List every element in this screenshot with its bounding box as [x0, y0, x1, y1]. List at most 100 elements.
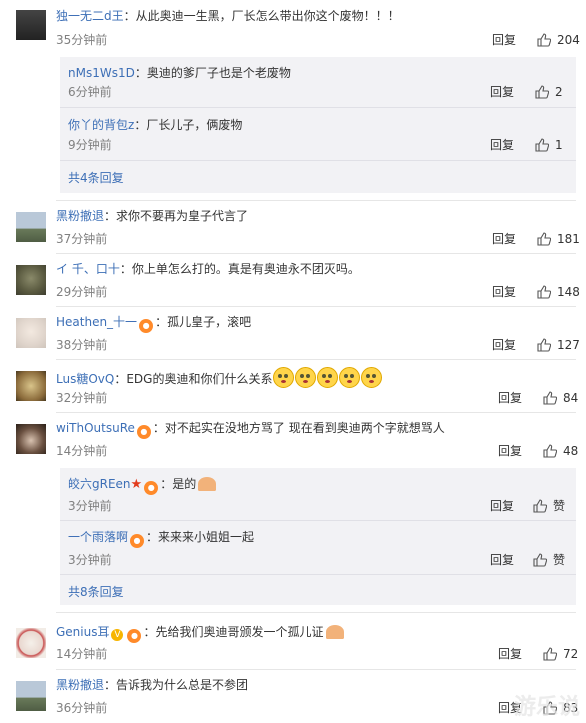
comment-text: 黑粉撤退：告诉我为什么总是不参团	[56, 678, 249, 692]
username[interactable]: Heathen_十一	[56, 315, 137, 329]
avatar[interactable]	[16, 265, 46, 295]
comment-body: 你上单怎么打的。真是有奥迪永不团灭吗。	[131, 262, 360, 276]
timestamp: 37分钟前	[56, 232, 108, 246]
reply-button[interactable]: 回复	[490, 498, 514, 514]
like-count: 84	[563, 391, 579, 405]
reply-text: 你丫的背包z：厂长儿子，俩废物	[68, 118, 243, 132]
like-button[interactable]: 赞	[533, 498, 565, 514]
like-button[interactable]: 127	[537, 337, 580, 353]
like-label: 赞	[553, 553, 566, 567]
thumbs-up-icon	[543, 391, 557, 405]
member-badge-icon: ●	[127, 629, 142, 643]
timestamp: 35分钟前	[56, 33, 108, 47]
thumbs-up-icon	[533, 553, 547, 567]
comment: イ 千、口十：你上单怎么打的。真是有奥迪永不团灭吗。 29分钟前 回复 148	[0, 261, 586, 299]
reply-button[interactable]: 回复	[492, 284, 516, 300]
divider	[56, 253, 576, 254]
username[interactable]: イ 千、口十	[56, 262, 120, 276]
like-button[interactable]: 84	[543, 390, 578, 406]
like-count: 181	[557, 232, 580, 246]
comment-body: 对不起实在没地方骂了 现在看到奥迪两个字就想骂人	[164, 421, 445, 435]
member-badge-icon: ●	[136, 425, 151, 439]
thumbs-up-icon	[537, 285, 551, 299]
reply-button[interactable]: 回复	[498, 443, 522, 459]
avatar[interactable]	[16, 371, 46, 401]
thumbs-up-icon	[537, 338, 551, 352]
like-button[interactable]: 2	[535, 84, 563, 100]
thumbs-up-icon	[537, 232, 551, 246]
avatar[interactable]	[16, 628, 46, 658]
username[interactable]: Genius耳	[56, 625, 109, 639]
avatar[interactable]	[16, 424, 46, 454]
thumbs-up-icon	[537, 33, 551, 47]
reply-text: nMs1Ws1D：奥迪的爹厂子也是个老废物	[68, 66, 291, 80]
reply-text: 一个雨落啊 ● ：来来来小姐姐一起	[68, 529, 254, 548]
reply-button[interactable]: 回复	[492, 32, 516, 48]
watermark-logo: 游乐说	[513, 695, 580, 720]
comment: Lus糖OvQ：EDG的奥迪和你们什么关系 32分钟前 回复 84	[0, 367, 586, 405]
username[interactable]: 一个雨落啊	[68, 530, 128, 544]
comment: wiThOutsuRe ● ：对不起实在没地方骂了 现在看到奥迪两个字就想骂人 14…	[0, 420, 586, 458]
reply-button[interactable]: 回复	[490, 137, 514, 153]
reply-button[interactable]: 回复	[498, 390, 522, 406]
divider	[56, 612, 576, 613]
username[interactable]: 黑粉撤退	[56, 209, 104, 223]
doge-emoji-icon	[295, 367, 317, 388]
divider	[56, 306, 576, 307]
like-count: 1	[555, 138, 563, 152]
like-button[interactable]: 赞	[533, 552, 565, 568]
like-button[interactable]: 72	[543, 646, 578, 662]
avatar[interactable]	[16, 10, 46, 40]
avatar[interactable]	[16, 681, 46, 711]
reply-button[interactable]: 回复	[492, 231, 516, 247]
avatar[interactable]	[16, 212, 46, 242]
view-more-replies-link[interactable]: 共4条回复	[68, 170, 124, 186]
reply-body: 厂长儿子，俩废物	[146, 118, 243, 132]
like-button[interactable]: 148	[537, 284, 580, 300]
comment-body: 告诉我为什么总是不参团	[116, 678, 249, 692]
divider	[60, 520, 576, 521]
reply-body: 是的	[172, 477, 197, 491]
username[interactable]: 黑粉撤退	[56, 678, 104, 692]
timestamp: 14分钟前	[56, 444, 108, 458]
username[interactable]: nMs1Ws1D	[68, 66, 135, 80]
praying-hands-emoji-icon	[198, 477, 217, 491]
like-button[interactable]: 181	[537, 231, 580, 247]
reply-thread: 皎六gREen★ ● ：是的 3分钟前 回复 赞 一个雨落啊 ● ：来来来小姐姐一起 3…	[60, 468, 576, 605]
reply-button[interactable]: 回复	[490, 84, 514, 100]
doge-emoji-icon	[361, 367, 383, 388]
reply-button[interactable]: 回复	[492, 337, 516, 353]
username[interactable]: 你丫的背包z	[68, 118, 134, 132]
verified-v-icon: V	[111, 629, 124, 641]
username[interactable]: 独一无二d王	[56, 9, 124, 23]
avatar[interactable]	[16, 318, 46, 348]
username[interactable]: Lus糖OvQ	[56, 372, 114, 386]
thumbs-up-icon	[543, 444, 557, 458]
reply-button[interactable]: 回复	[490, 552, 514, 568]
timestamp: 32分钟前	[56, 391, 108, 405]
reply-body: 奥迪的爹厂子也是个老废物	[146, 66, 291, 80]
comment-body: 先给我们奥迪哥颁发一个孤儿证	[155, 625, 324, 639]
divider	[60, 107, 576, 108]
reply-button[interactable]: 回复	[498, 646, 522, 662]
like-button[interactable]: 1	[535, 137, 563, 153]
comment-text: イ 千、口十：你上单怎么打的。真是有奥迪永不团灭吗。	[56, 262, 360, 276]
thumbs-up-icon	[543, 647, 557, 661]
timestamp: 3分钟前	[68, 553, 112, 567]
view-more-replies-link[interactable]: 共8条回复	[68, 584, 124, 600]
like-count: 72	[563, 647, 579, 661]
comment-text: Lus糖OvQ：EDG的奥迪和你们什么关系	[56, 367, 383, 388]
comment-text: 独一无二d王：从此奥迪一生黑，厂长怎么带出你这个废物！！！	[56, 9, 400, 23]
member-badge-icon: ●	[144, 481, 159, 495]
like-button[interactable]: 48	[543, 443, 578, 459]
doge-emoji-icon	[273, 367, 295, 388]
comment-body: 求你不要再为皇子代言了	[116, 209, 249, 223]
comment-body: 从此奥迪一生黑，厂长怎么带出你这个废物！！！	[135, 9, 400, 23]
comment: Heathen_十一 ● ：孤儿皇子，滚吧 38分钟前 回复 127	[0, 314, 586, 352]
like-button[interactable]: 204	[537, 32, 580, 48]
username[interactable]: wiThOutsuRe	[56, 421, 135, 435]
timestamp: 38分钟前	[56, 338, 108, 352]
thumbs-up-icon	[535, 85, 549, 99]
username[interactable]: 皎六gREen	[68, 477, 131, 491]
timestamp: 6分钟前	[68, 85, 112, 99]
